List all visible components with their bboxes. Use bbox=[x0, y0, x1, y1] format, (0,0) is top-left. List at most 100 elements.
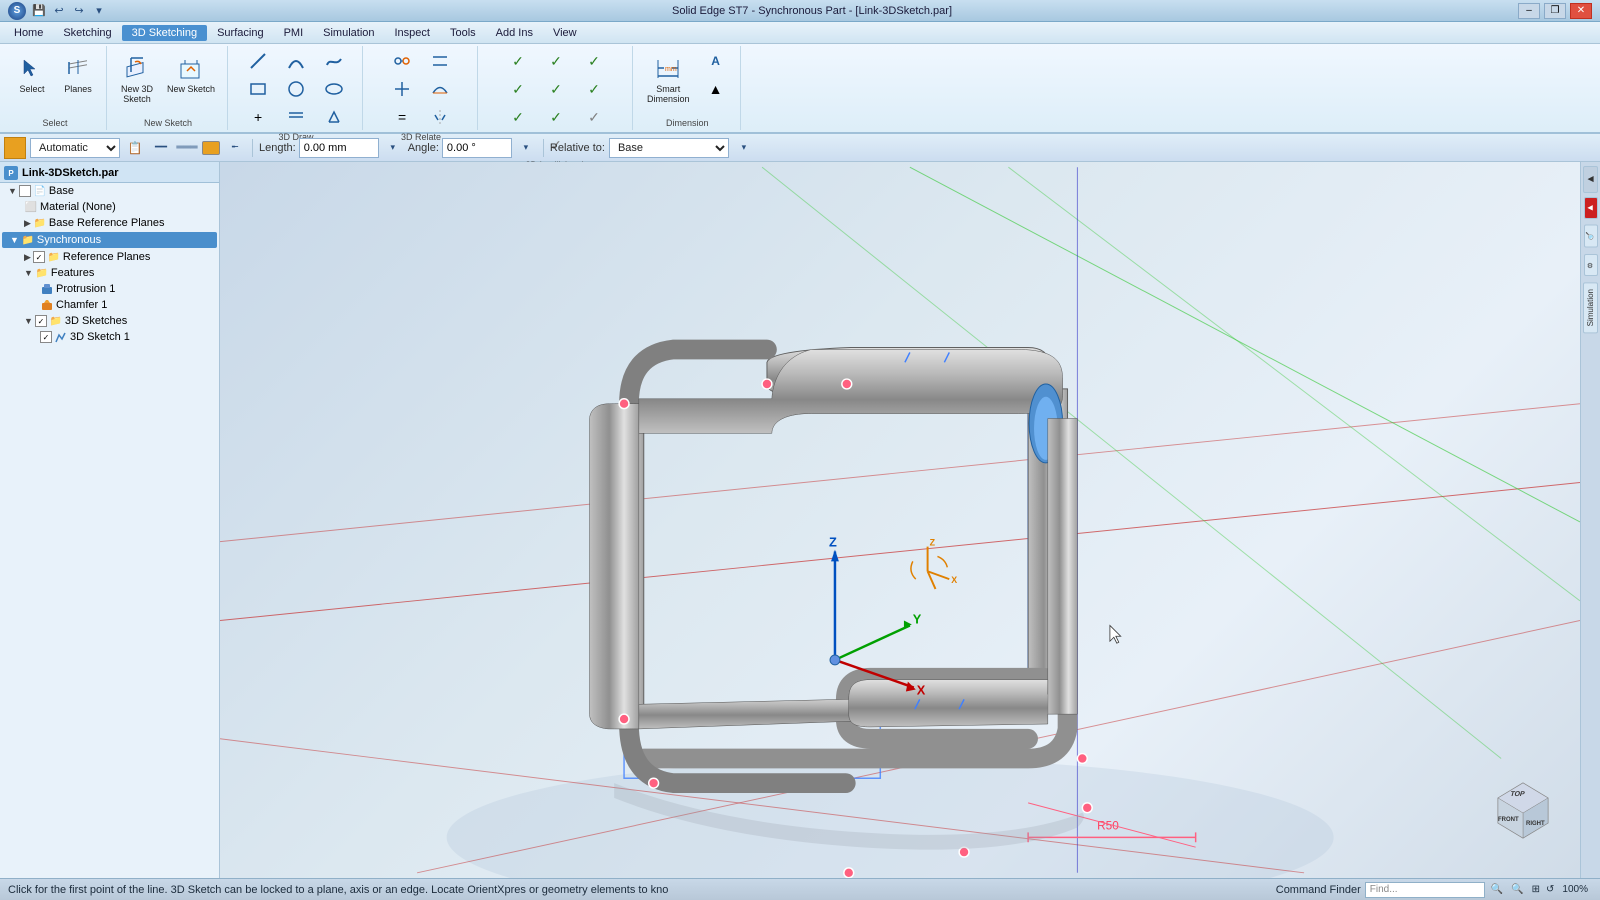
view-cube[interactable]: TOP RIGHT FRONT bbox=[1488, 773, 1548, 833]
tree-check-base[interactable] bbox=[19, 185, 31, 197]
tree-item-protrusion1[interactable]: Protrusion 1 bbox=[0, 281, 219, 297]
intellisketch-5[interactable]: ✓ bbox=[538, 76, 574, 102]
offset-button[interactable] bbox=[278, 104, 314, 130]
ctrl-point-7[interactable] bbox=[1082, 803, 1092, 813]
undo-button[interactable]: ↩ bbox=[50, 2, 68, 20]
3d-viewport[interactable]: R50 bbox=[220, 162, 1580, 878]
intellisketch-6[interactable]: ✓ bbox=[576, 76, 612, 102]
relative-dropdown[interactable]: ▾ bbox=[733, 137, 755, 159]
smart-dimension-button[interactable]: mm SmartDimension bbox=[641, 48, 696, 108]
circle-button[interactable] bbox=[278, 76, 314, 102]
menu-addins[interactable]: Add Ins bbox=[486, 25, 543, 41]
right-tab-1[interactable]: ▶ bbox=[1583, 166, 1598, 193]
line-style-2[interactable]: ═══ bbox=[176, 137, 198, 159]
right-tab-settings[interactable]: ⚙ bbox=[1584, 254, 1598, 276]
save-button[interactable]: 💾 bbox=[30, 2, 48, 20]
right-tab-inspect[interactable]: 🔍 bbox=[1584, 225, 1598, 248]
menu-tools[interactable]: Tools bbox=[440, 25, 486, 41]
new-3d-sketch-button[interactable]: New 3DSketch bbox=[115, 48, 159, 108]
line-style-3[interactable]: ╾ bbox=[224, 137, 246, 159]
command-finder-input[interactable]: Find... bbox=[1365, 882, 1485, 898]
ctrl-point-3[interactable] bbox=[619, 714, 629, 724]
tree-arrow-features[interactable]: ▼ bbox=[24, 268, 33, 278]
tree-arrow-ref-planes[interactable]: ▶ bbox=[24, 252, 31, 263]
tree-item-ref-planes[interactable]: ▶ ✓ 📁 Reference Planes bbox=[0, 249, 219, 265]
line-color-1[interactable] bbox=[202, 141, 220, 155]
intellisketch-1[interactable]: ✓ bbox=[500, 48, 536, 74]
right-tab-simulation[interactable]: Simulation bbox=[1583, 282, 1598, 333]
ctrl-point-2[interactable] bbox=[619, 399, 629, 409]
restore-button[interactable]: ❐ bbox=[1544, 3, 1566, 19]
tree-check-3d-sketches[interactable]: ✓ bbox=[35, 315, 47, 327]
zoom-in-button[interactable]: 🔍 bbox=[1489, 884, 1505, 895]
ellipse-button[interactable] bbox=[316, 76, 352, 102]
tree-check-3d-sketch1[interactable]: ✓ bbox=[40, 331, 52, 343]
tree-item-base[interactable]: ▼ 📄 Base bbox=[0, 183, 219, 199]
menu-view[interactable]: View bbox=[543, 25, 587, 41]
text-button[interactable]: A bbox=[698, 48, 734, 74]
length-dropdown[interactable]: ▾ bbox=[382, 137, 404, 159]
ctrl-point-9[interactable] bbox=[842, 379, 852, 389]
close-button[interactable]: ✕ bbox=[1570, 3, 1592, 19]
equal-button[interactable]: = bbox=[384, 104, 420, 130]
intellisketch-4[interactable]: ✓ bbox=[500, 76, 536, 102]
tree-check-ref-planes[interactable]: ✓ bbox=[33, 251, 45, 263]
style-select[interactable]: Automatic bbox=[30, 138, 120, 158]
menu-simulation[interactable]: Simulation bbox=[313, 25, 384, 41]
layer-button[interactable]: 📋 bbox=[124, 137, 146, 159]
new-sketch-button[interactable]: New Sketch bbox=[161, 48, 221, 108]
right-tab-youtube[interactable]: ▶ bbox=[1584, 197, 1598, 219]
rectangle-button[interactable] bbox=[240, 76, 276, 102]
relative-select[interactable]: Base bbox=[609, 138, 729, 158]
tree-item-synchronous[interactable]: ▼ 📁 Synchronous bbox=[2, 232, 217, 248]
spline-button[interactable] bbox=[316, 48, 352, 74]
tree-arrow-synchronous[interactable]: ▼ bbox=[10, 235, 19, 245]
ctrl-point-8[interactable] bbox=[1077, 754, 1087, 764]
intellisketch-3[interactable]: ✓ bbox=[576, 48, 612, 74]
tree-item-features[interactable]: ▼ 📁 Features bbox=[0, 265, 219, 281]
symmetric-button[interactable] bbox=[422, 104, 458, 130]
menu-sketching[interactable]: Sketching bbox=[53, 25, 121, 41]
angle-input[interactable] bbox=[442, 138, 512, 158]
tree-item-base-ref[interactable]: ▶ 📁 Base Reference Planes bbox=[0, 215, 219, 231]
minimize-button[interactable]: – bbox=[1518, 3, 1540, 19]
tree-item-3d-sketch1[interactable]: ✓ 3D Sketch 1 bbox=[0, 329, 219, 345]
intellisketch-8[interactable]: ✓ bbox=[538, 104, 574, 130]
select-button[interactable]: Select bbox=[10, 48, 54, 98]
parallel-button[interactable] bbox=[422, 48, 458, 74]
tree-item-chamfer1[interactable]: Chamfer 1 bbox=[0, 297, 219, 313]
menu-pmi[interactable]: PMI bbox=[274, 25, 314, 41]
menu-3d-sketching[interactable]: 3D Sketching bbox=[122, 25, 207, 41]
length-input[interactable] bbox=[299, 138, 379, 158]
fit-button[interactable]: ⊞ bbox=[1530, 884, 1542, 895]
coincident-button[interactable] bbox=[384, 48, 420, 74]
ctrl-point-1[interactable] bbox=[762, 379, 772, 389]
menu-inspect[interactable]: Inspect bbox=[385, 25, 440, 41]
arrow-button[interactable]: ▲ bbox=[698, 76, 734, 102]
tree-arrow-base[interactable]: ▼ bbox=[8, 186, 17, 196]
color-swatch[interactable] bbox=[4, 137, 26, 159]
tree-item-3d-sketches[interactable]: ▼ ✓ 📁 3D Sketches bbox=[0, 313, 219, 329]
perpendicular-button[interactable] bbox=[384, 76, 420, 102]
menu-home[interactable]: Home bbox=[4, 25, 53, 41]
zoom-out-button[interactable]: 🔍 bbox=[1509, 884, 1525, 895]
project-button[interactable] bbox=[316, 104, 352, 130]
arc-button[interactable] bbox=[278, 48, 314, 74]
ctrl-point-5[interactable] bbox=[844, 868, 854, 878]
intellisketch-2[interactable]: ✓ bbox=[538, 48, 574, 74]
redo-button[interactable]: ↪ bbox=[70, 2, 88, 20]
planes-button[interactable]: Planes bbox=[56, 48, 100, 98]
menu-surfacing[interactable]: Surfacing bbox=[207, 25, 273, 41]
tree-arrow-3d-sketches[interactable]: ▼ bbox=[24, 316, 33, 326]
line-style-1[interactable]: ━━ bbox=[150, 137, 172, 159]
intellisketch-7[interactable]: ✓ bbox=[500, 104, 536, 130]
rotate-button[interactable]: ↺ bbox=[1546, 884, 1554, 895]
angle-dropdown[interactable]: ▾ bbox=[515, 137, 537, 159]
tree-item-material[interactable]: ⬜ Material (None) bbox=[0, 199, 219, 215]
ctrl-point-4[interactable] bbox=[649, 778, 659, 788]
line-button[interactable] bbox=[240, 48, 276, 74]
dropdown-button[interactable]: ▾ bbox=[90, 2, 108, 20]
tangent-button[interactable] bbox=[422, 76, 458, 102]
intellisketch-9[interactable]: ✓ bbox=[576, 104, 612, 130]
point-button[interactable]: + bbox=[240, 104, 276, 130]
